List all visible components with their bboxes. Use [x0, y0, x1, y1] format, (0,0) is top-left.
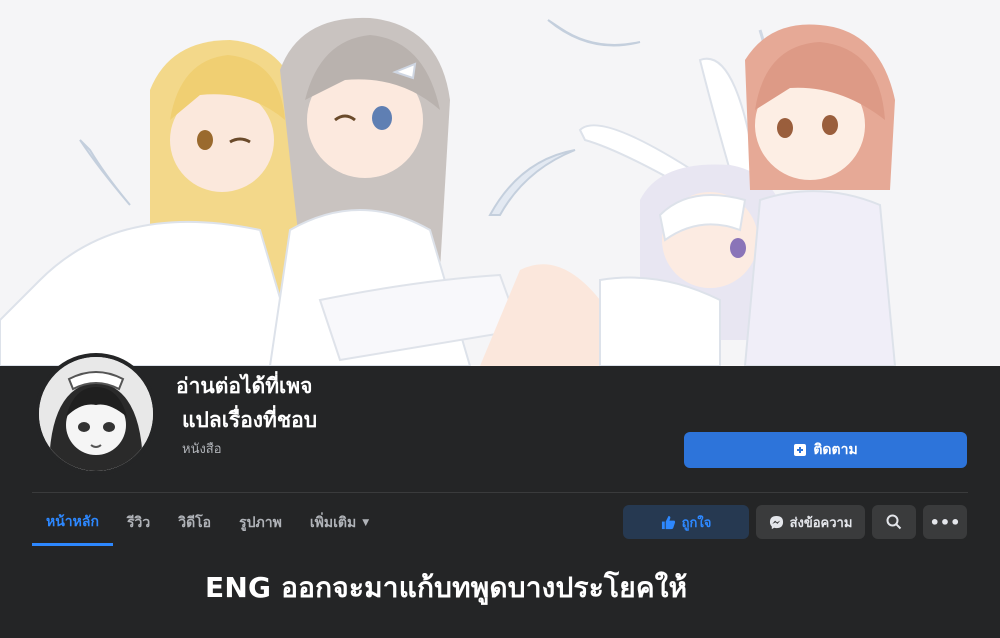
tab-more[interactable]: เพิ่มเติม ▼: [296, 500, 383, 546]
more-options-button[interactable]: •••: [923, 505, 967, 539]
message-label: ส่งข้อความ: [789, 515, 853, 531]
page-tabs: หน้าหลัก รีวิว วิดีโอ รูปภาพ เพิ่มเติม ▼: [32, 500, 383, 548]
tab-home-label: หน้าหลัก: [46, 513, 99, 530]
cover-photo[interactable]: [0, 0, 1000, 366]
follow-label: ติดตาม: [813, 442, 858, 458]
page-avatar[interactable]: [35, 353, 157, 475]
more-dots-icon: •••: [929, 512, 961, 532]
header-divider: [32, 492, 968, 493]
tab-home[interactable]: หน้าหลัก: [32, 500, 113, 546]
page-name-line2[interactable]: แปลเรื่องที่ชอบ: [182, 404, 317, 437]
tab-more-label: เพิ่มเติม: [309, 515, 357, 531]
messenger-icon: [769, 515, 784, 530]
search-icon: [886, 514, 902, 530]
tab-reviews[interactable]: รีวิว: [113, 500, 164, 546]
message-button[interactable]: ส่งข้อความ: [756, 505, 865, 539]
like-label: ถูกใจ: [681, 515, 712, 531]
translator-note: ENG ออกจะมาแก้บทพูดบางประโยคให้: [205, 571, 688, 604]
bookmark-plus-icon: [793, 442, 807, 458]
tab-videos-label: วิดีโอ: [178, 515, 212, 531]
avatar-illustration: [39, 357, 153, 471]
tab-videos[interactable]: วิดีโอ: [164, 500, 225, 546]
tab-photos[interactable]: รูปภาพ: [225, 500, 296, 546]
tab-photos-label: รูปภาพ: [239, 515, 282, 531]
tab-reviews-label: รีวิว: [126, 515, 151, 531]
like-button[interactable]: ถูกใจ: [623, 505, 749, 539]
page-name-line1[interactable]: อ่านต่อได้ที่เพจ: [176, 370, 312, 403]
cover-illustration: [0, 0, 1000, 366]
search-button[interactable]: [872, 505, 916, 539]
follow-button[interactable]: ติดตาม: [684, 432, 967, 468]
thumbs-up-icon: [661, 515, 676, 530]
page-category[interactable]: หนังสือ: [182, 438, 222, 459]
caret-down-icon: ▼: [362, 518, 370, 528]
